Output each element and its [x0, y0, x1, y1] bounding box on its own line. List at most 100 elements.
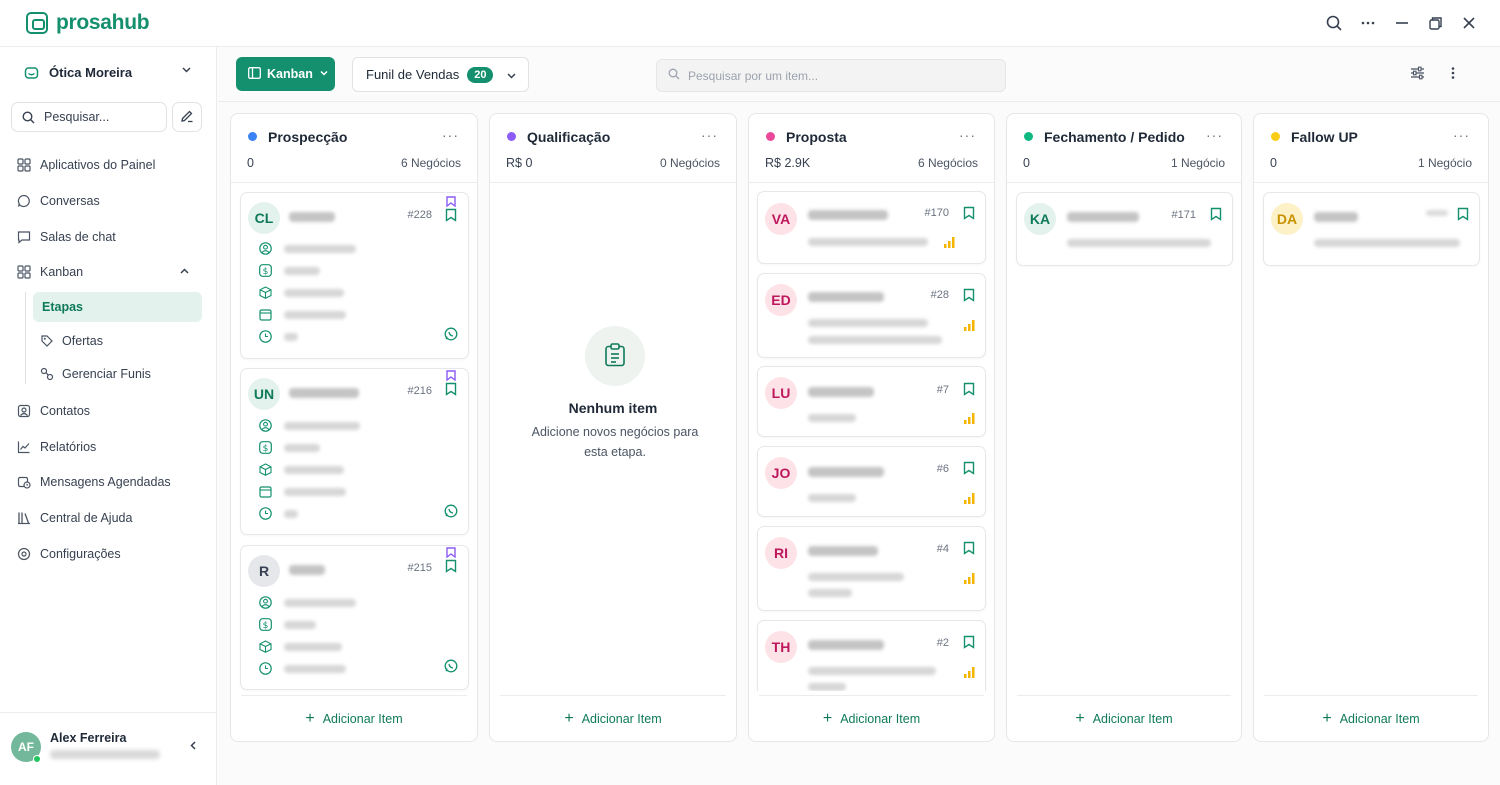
bookmark-icon[interactable]	[963, 382, 975, 399]
item-search-input[interactable]: Pesquisar por um item...	[656, 59, 1006, 92]
more-vertical-icon[interactable]	[1451, 66, 1455, 83]
add-item-button[interactable]: + Adicionar Item	[500, 695, 726, 741]
avatar: CL	[248, 202, 280, 234]
more-horizontal-icon[interactable]: ···	[442, 127, 459, 143]
deal-card[interactable]: R #215 $	[240, 545, 469, 690]
sidebar-item-etapas[interactable]: Etapas	[33, 292, 202, 322]
add-item-button[interactable]: + Adicionar Item	[759, 695, 984, 741]
deal-card[interactable]: DA	[1263, 192, 1480, 266]
search-icon[interactable]	[1324, 13, 1344, 33]
add-item-label: Adicionar Item	[322, 711, 403, 726]
compose-button[interactable]	[172, 102, 202, 132]
sidebar-item-conversas[interactable]: Conversas	[16, 186, 100, 216]
sidebar-item-mensagens-agendadas[interactable]: Mensagens Agendadas	[16, 467, 171, 497]
priority-bars-icon	[964, 666, 975, 681]
deal-id: #4	[936, 543, 949, 555]
bookmark-icon[interactable]	[963, 541, 975, 558]
view-selector-button[interactable]: Kanban	[236, 57, 335, 91]
redacted-field	[284, 599, 356, 607]
bookmark-icon[interactable]	[963, 206, 975, 223]
bookmark-icon[interactable]	[445, 382, 457, 399]
sidebar-item-kanban[interactable]: Kanban	[16, 257, 196, 287]
filter-sliders-icon[interactable]	[1410, 66, 1425, 83]
sidebar-item-central-de-ajuda[interactable]: Central de Ajuda	[16, 503, 132, 533]
bookmark-icon[interactable]	[963, 461, 975, 478]
avatar: JO	[765, 457, 797, 489]
sidebar-item-salas-de-chat[interactable]: Salas de chat	[16, 222, 116, 252]
more-horizontal-icon[interactable]	[1358, 13, 1378, 33]
deal-card[interactable]: TH #2	[757, 620, 986, 691]
more-horizontal-icon[interactable]: ···	[701, 127, 718, 143]
redacted-field	[284, 289, 344, 297]
sidebar-item-contatos[interactable]: Contatos	[16, 396, 90, 426]
deal-card[interactable]: UN #216 $	[240, 368, 469, 535]
sidebar: Ótica Moreira Pesquisar... Aplicativos d…	[0, 47, 217, 785]
whatsapp-icon[interactable]	[444, 327, 458, 344]
chevron-left-icon[interactable]	[188, 739, 199, 754]
sidebar-item-label: Relatórios	[40, 440, 97, 454]
deal-card[interactable]: ED #28	[757, 273, 986, 358]
deal-id: #171	[1171, 209, 1196, 221]
whatsapp-icon[interactable]	[444, 659, 458, 676]
empty-state-illustration	[585, 326, 645, 386]
redacted-field	[284, 466, 344, 474]
contact-name-redacted	[289, 212, 335, 222]
workspace-selector[interactable]: Ótica Moreira	[12, 57, 192, 87]
restore-icon[interactable]	[1425, 13, 1445, 33]
more-horizontal-icon[interactable]: ···	[959, 127, 976, 143]
deal-id-redacted	[1426, 210, 1448, 216]
redacted-field	[284, 422, 360, 430]
deal-card[interactable]: VA #170	[757, 191, 986, 264]
sidebar-item-ofertas[interactable]: Ofertas	[33, 326, 202, 356]
chevron-up-icon	[179, 266, 190, 280]
column-sum: R$ 0	[506, 156, 533, 170]
svg-text:$: $	[263, 267, 269, 277]
redacted-field	[808, 683, 846, 691]
whatsapp-icon[interactable]	[444, 504, 458, 521]
avatar: TH	[765, 631, 797, 663]
close-icon[interactable]	[1459, 13, 1479, 33]
add-item-button[interactable]: + Adicionar Item	[1264, 695, 1478, 741]
redacted-field	[808, 414, 856, 422]
deal-id: #2	[936, 637, 949, 649]
avatar: VA	[765, 203, 797, 235]
bookmark-icon[interactable]	[445, 208, 457, 225]
user-name: Alex Ferreira	[50, 731, 127, 745]
deal-card[interactable]: RI #4	[757, 526, 986, 611]
deal-card[interactable]: CL #228 $	[240, 192, 469, 359]
bookmark-icon[interactable]	[1210, 207, 1222, 224]
sidebar-item-relatorios[interactable]: Relatórios	[16, 432, 96, 462]
redacted-field	[808, 238, 928, 246]
clock-icon	[259, 330, 272, 343]
more-horizontal-icon[interactable]: ···	[1453, 127, 1470, 143]
bookmark-icon[interactable]	[1457, 207, 1469, 224]
deal-card[interactable]: LU #7	[757, 366, 986, 437]
more-horizontal-icon[interactable]: ···	[1206, 127, 1223, 143]
bookmark-icon[interactable]	[445, 559, 457, 576]
funnels-icon	[39, 367, 54, 382]
online-status-dot	[33, 755, 41, 763]
add-item-button[interactable]: + Adicionar Item	[1017, 695, 1231, 741]
priority-bars-icon	[964, 572, 975, 587]
sidebar-item-aplicativos[interactable]: Aplicativos do Painel	[16, 150, 155, 180]
sidebar-item-gerenciar-funis[interactable]: Gerenciar Funis	[33, 359, 202, 389]
dollar-icon: $	[259, 441, 272, 454]
bookmark-icon[interactable]	[963, 288, 975, 305]
minimize-icon[interactable]	[1392, 13, 1412, 33]
add-item-button[interactable]: + Adicionar Item	[241, 695, 467, 741]
bookmark-icon[interactable]	[963, 635, 975, 652]
column-card-list[interactable]: VA #170 ED #28 LU #7 JO #6 RI #4 TH #2	[749, 184, 994, 691]
deal-card[interactable]: JO #6	[757, 446, 986, 517]
redacted-field	[1067, 239, 1211, 247]
package-icon	[259, 463, 272, 476]
sidebar-item-label: Central de Ajuda	[40, 511, 133, 525]
deal-id: #228	[407, 209, 432, 221]
deal-card[interactable]: KA #171	[1016, 192, 1233, 266]
priority-bars-icon	[964, 492, 975, 507]
sidebar-search-input[interactable]: Pesquisar...	[11, 102, 167, 132]
funnel-selector[interactable]: Funil de Vendas 20	[352, 57, 529, 92]
sidebar-item-configuracoes[interactable]: Configurações	[16, 539, 121, 569]
clock-icon	[259, 662, 272, 675]
user-profile[interactable]: AF Alex Ferreira	[0, 712, 217, 785]
user-icon	[259, 242, 272, 255]
